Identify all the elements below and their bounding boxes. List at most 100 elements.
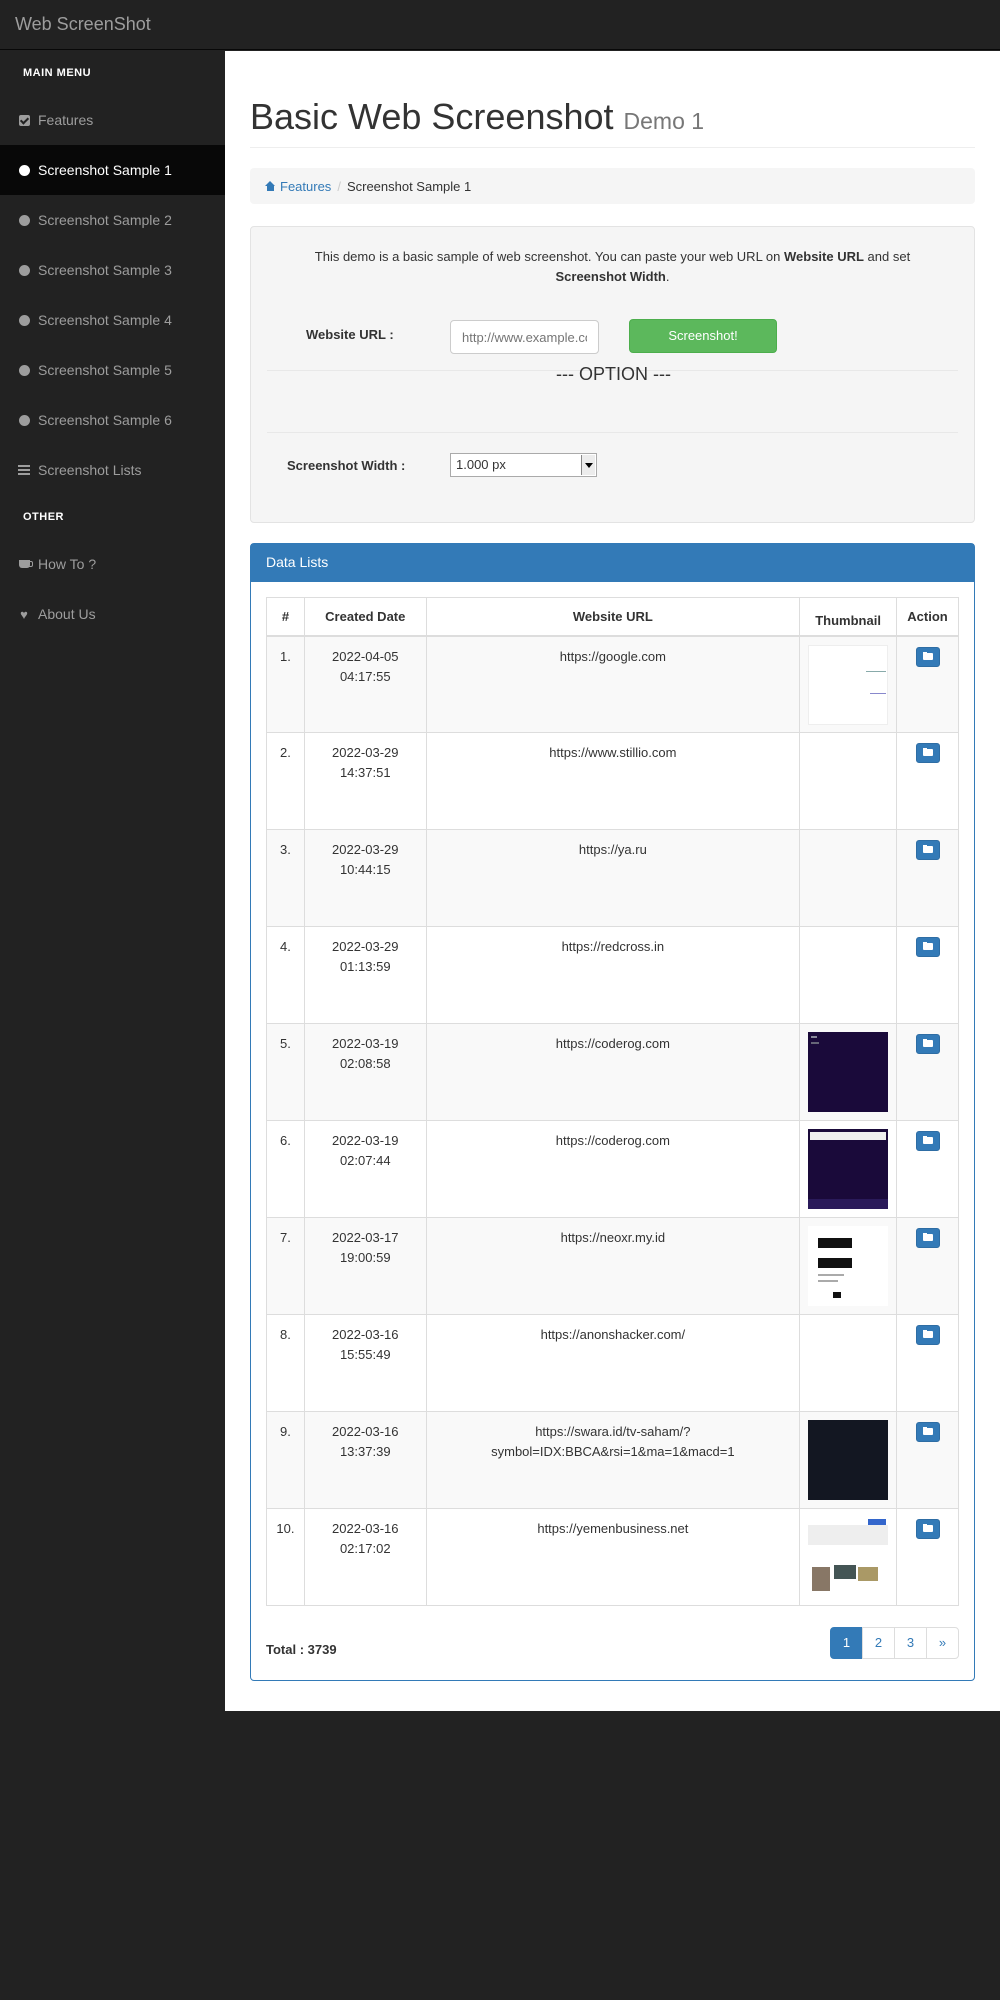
panel-heading: Data Lists bbox=[251, 544, 974, 582]
website-url-input[interactable] bbox=[450, 320, 599, 354]
row-number: 4. bbox=[266, 926, 305, 1024]
thumbnail-image[interactable] bbox=[808, 1226, 889, 1306]
pagination-next[interactable]: » bbox=[926, 1627, 959, 1659]
open-folder-button[interactable] bbox=[915, 937, 940, 957]
sidebar-item-screenshot-sample-4[interactable]: Screenshot Sample 4 bbox=[0, 295, 225, 345]
check-square-icon bbox=[18, 114, 30, 126]
pagination-page-2[interactable]: 2 bbox=[862, 1627, 895, 1659]
sidebar-item-label: Screenshot Sample 6 bbox=[38, 412, 172, 428]
thumbnail-cell bbox=[799, 1508, 898, 1606]
date-text: 2022-03-29 bbox=[332, 745, 399, 760]
row-number: 2. bbox=[266, 732, 305, 830]
sidebar-item-screenshot-lists[interactable]: Screenshot Lists bbox=[0, 445, 225, 495]
time-text: 15:55:49 bbox=[339, 1347, 391, 1362]
sidebar-item-label: About Us bbox=[38, 606, 96, 622]
page-subtitle: Demo 1 bbox=[623, 108, 705, 134]
open-folder-button[interactable] bbox=[915, 743, 940, 763]
thumbnail-image[interactable] bbox=[808, 1517, 889, 1597]
circle-icon bbox=[18, 364, 30, 376]
sidebar-item-screenshot-sample-3[interactable]: Screenshot Sample 3 bbox=[0, 245, 225, 295]
circle-icon bbox=[18, 164, 30, 176]
sidebar-item-screenshot-sample-2[interactable]: Screenshot Sample 2 bbox=[0, 195, 225, 245]
thumbnail-image[interactable] bbox=[808, 644, 889, 725]
thumbnail-image[interactable] bbox=[808, 1032, 889, 1112]
sidebar-item-features[interactable]: Features bbox=[0, 95, 225, 145]
breadcrumb-features-link[interactable]: Features bbox=[265, 179, 331, 194]
thumbnail-cell bbox=[799, 1411, 898, 1509]
time-text: 14:37:51 bbox=[339, 765, 391, 780]
created-date: 2022-03-16 02:17:02 bbox=[303, 1508, 427, 1606]
time-text: 13:37:39 bbox=[339, 1444, 391, 1459]
sidebar-item-screenshot-sample-6[interactable]: Screenshot Sample 6 bbox=[0, 395, 225, 445]
action-cell bbox=[896, 829, 959, 927]
sidebar-item-label: How To ? bbox=[38, 556, 97, 572]
open-folder-button[interactable] bbox=[915, 840, 940, 860]
open-folder-button[interactable] bbox=[915, 1422, 940, 1442]
website-url: https://www.stillio.com bbox=[425, 732, 801, 830]
open-folder-button[interactable] bbox=[915, 1228, 940, 1248]
screenshot-width-select[interactable]: 1.000 px bbox=[450, 453, 597, 477]
screenshot-form: This demo is a basic sample of web scree… bbox=[250, 226, 975, 523]
created-date: 2022-03-19 02:07:44 bbox=[303, 1120, 427, 1218]
heart-icon: ♥ bbox=[20, 606, 28, 622]
date-text: 2022-04-05 bbox=[332, 648, 399, 664]
desc-text: . bbox=[665, 269, 670, 284]
sidebar-item-label: Screenshot Sample 4 bbox=[38, 312, 172, 328]
row-number: 7. bbox=[266, 1217, 305, 1315]
website-url: https://google.com bbox=[425, 635, 801, 733]
sidebar-item-label: Screenshot Lists bbox=[38, 462, 142, 478]
data-lists-panel: Data Lists # Created Date Website URL Th… bbox=[250, 543, 975, 1681]
table-row: 9. 2022-03-16 13:37:39 https://swara.id/tv-… bbox=[266, 1411, 959, 1509]
website-url: https://coderog.com bbox=[425, 1120, 801, 1218]
thumbnail-image[interactable] bbox=[808, 1129, 889, 1209]
pagination-page-3[interactable]: 3 bbox=[894, 1627, 927, 1659]
pagination-page-1[interactable]: 1 bbox=[830, 1627, 863, 1659]
sidebar-item-how-to[interactable]: How To ? bbox=[0, 539, 225, 589]
created-date: 2022-03-16 13:37:39 bbox=[303, 1411, 427, 1509]
data-table: # Created Date Website URL Thumbnail Act… bbox=[266, 597, 959, 1606]
open-folder-button[interactable] bbox=[915, 646, 940, 667]
page-title: Basic Web Screenshot Demo 1 bbox=[250, 96, 975, 138]
row-number: 5. bbox=[266, 1023, 305, 1121]
table-header-row: # Created Date Website URL Thumbnail Act… bbox=[266, 597, 959, 637]
website-url: https://coderog.com bbox=[425, 1023, 801, 1121]
created-date: 2022-03-29 01:13:59 bbox=[303, 926, 427, 1024]
screenshot-button[interactable]: Screenshot! bbox=[629, 319, 777, 353]
desc-bold-width: Screenshot Width bbox=[555, 269, 666, 284]
top-navbar: Web ScreenShot bbox=[0, 0, 1000, 50]
open-folder-button[interactable] bbox=[915, 1131, 940, 1151]
sidebar-item-label: Screenshot Sample 2 bbox=[38, 212, 172, 228]
sidebar-item-screenshot-sample-1[interactable]: Screenshot Sample 1 bbox=[0, 145, 225, 195]
open-folder-button[interactable] bbox=[915, 1325, 940, 1345]
column-header: Thumbnail bbox=[799, 597, 898, 637]
thumbnail-cell bbox=[799, 1314, 898, 1412]
created-date: 2022-03-17 19:00:59 bbox=[303, 1217, 427, 1315]
open-folder-button[interactable] bbox=[915, 1519, 940, 1539]
app-brand[interactable]: Web ScreenShot bbox=[15, 14, 151, 35]
sidebar-item-label: Features bbox=[38, 112, 94, 128]
time-text: 02:07:44 bbox=[339, 1153, 391, 1168]
breadcrumb-current: Screenshot Sample 1 bbox=[346, 178, 472, 194]
column-header: Website URL bbox=[425, 597, 801, 637]
date-text: 2022-03-29 bbox=[332, 939, 399, 954]
breadcrumb-home-label: Features bbox=[280, 178, 332, 194]
sidebar-item-label: Screenshot Sample 3 bbox=[38, 262, 172, 278]
action-cell bbox=[896, 926, 959, 1024]
sidebar-item-screenshot-sample-5[interactable]: Screenshot Sample 5 bbox=[0, 345, 225, 395]
sidebar-item-about-us[interactable]: ♥ About Us bbox=[0, 589, 225, 639]
date-text: 2022-03-17 bbox=[332, 1230, 399, 1245]
row-number: 3. bbox=[266, 829, 305, 927]
thumbnail-cell bbox=[799, 926, 898, 1024]
form-description: This demo is a basic sample of web scree… bbox=[271, 247, 954, 287]
table-row: 7. 2022-03-17 19:00:59 https://neoxr.my.id bbox=[266, 1217, 959, 1315]
open-folder-button[interactable] bbox=[915, 1034, 940, 1054]
breadcrumb: Features / Screenshot Sample 1 bbox=[250, 168, 975, 204]
thumbnail-image[interactable] bbox=[808, 1420, 889, 1500]
row-number: 6. bbox=[266, 1120, 305, 1218]
thumbnail-cell bbox=[799, 732, 898, 830]
created-date: 2022-03-29 14:37:51 bbox=[303, 732, 427, 830]
created-date: 2022-03-16 15:55:49 bbox=[303, 1314, 427, 1412]
time-text: 10:44:15 bbox=[339, 862, 391, 877]
page-title-text: Basic Web Screenshot bbox=[250, 96, 614, 137]
row-number: 8. bbox=[266, 1314, 305, 1412]
